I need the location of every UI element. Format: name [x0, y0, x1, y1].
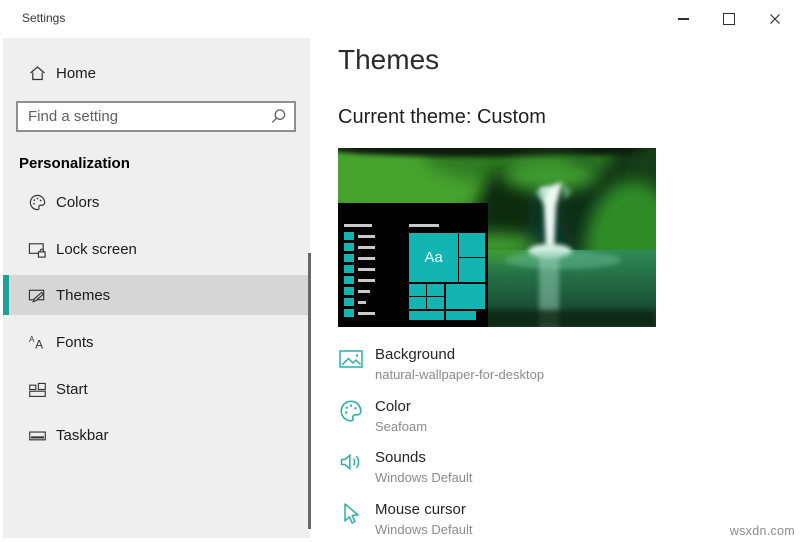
image-icon — [338, 346, 364, 372]
setting-label: Background — [375, 346, 456, 363]
sidebar-item-fonts[interactable]: A A Fonts — [3, 322, 310, 362]
sidebar-scrollbar[interactable] — [308, 253, 311, 529]
home-icon — [27, 63, 47, 83]
start-icon — [27, 379, 47, 399]
start-tile — [446, 311, 476, 320]
menu-line — [358, 301, 366, 304]
sidebar-item-label: Lock screen — [56, 240, 137, 258]
svg-text:A: A — [28, 335, 34, 344]
start-tile — [427, 284, 444, 296]
menu-tile — [344, 232, 354, 240]
setting-row-sounds[interactable]: Sounds Windows Default — [338, 449, 473, 485]
setting-value: Windows Default — [375, 470, 473, 485]
sidebar-item-home[interactable]: Home — [3, 53, 310, 93]
sidebar-section-personalization: Personalization — [19, 155, 130, 172]
setting-label: Mouse cursor — [375, 501, 466, 518]
theme-preview-image: Aa — [338, 148, 656, 327]
menu-tile — [344, 265, 354, 273]
sidebar-item-label: Home — [56, 64, 97, 82]
setting-label: Color — [375, 398, 411, 415]
speaker-icon — [338, 449, 364, 475]
lock-screen-icon — [27, 239, 47, 259]
menu-tile — [344, 243, 354, 251]
menu-line — [358, 279, 375, 282]
close-icon — [770, 14, 780, 24]
window-title: Settings — [22, 11, 66, 25]
menu-tile — [344, 254, 354, 262]
aa-tile-label: Aa — [424, 249, 443, 266]
maximize-button[interactable] — [706, 2, 752, 36]
title-bar: Settings — [3, 2, 798, 38]
setting-row-background[interactable]: Background natural-wallpaper-for-desktop — [338, 346, 544, 382]
start-tile — [459, 233, 485, 257]
start-tile — [409, 311, 444, 320]
setting-texts: Color Seafoam — [375, 398, 427, 434]
start-tile — [427, 297, 444, 309]
start-tile — [409, 284, 426, 296]
aa-tile: Aa — [409, 233, 458, 282]
menu-tile — [344, 287, 354, 295]
themes-icon — [27, 285, 47, 305]
cursor-icon — [338, 501, 364, 527]
search-input[interactable] — [18, 103, 294, 130]
taskbar-icon — [27, 425, 47, 445]
search-icon[interactable] — [270, 108, 287, 125]
sidebar: Home Personalization — [3, 2, 310, 538]
setting-value: Seafoam — [375, 419, 428, 434]
main-pane: Themes Current theme: Custom Aa Backgrou… — [310, 2, 798, 538]
menu-line — [358, 257, 375, 260]
menu-tile — [344, 309, 354, 317]
minimize-icon — [677, 18, 689, 20]
start-tile — [459, 258, 485, 282]
setting-value: natural-wallpaper-for-desktop — [375, 367, 545, 382]
menu-tile — [344, 276, 354, 284]
start-tile — [409, 297, 426, 309]
setting-texts: Mouse cursor Windows Default — [375, 501, 473, 537]
current-theme-label: Current theme: Custom — [338, 106, 546, 128]
sidebar-item-themes[interactable]: Themes — [3, 275, 310, 315]
setting-texts: Sounds Windows Default — [375, 449, 473, 485]
menu-line — [358, 235, 375, 238]
sidebar-item-label: Colors — [56, 193, 100, 211]
maximize-icon — [723, 13, 735, 25]
close-button[interactable] — [752, 2, 798, 36]
menu-line — [358, 312, 375, 315]
watermark: wsxdn.com — [729, 524, 795, 538]
svg-text:A: A — [35, 337, 43, 351]
sidebar-item-label: Fonts — [56, 333, 94, 351]
palette-icon — [27, 192, 47, 212]
sidebar-item-lock-screen[interactable]: Lock screen — [3, 229, 310, 269]
palette-icon — [338, 398, 364, 424]
sidebar-item-start[interactable]: Start — [3, 369, 310, 409]
setting-row-color[interactable]: Color Seafoam — [338, 398, 427, 434]
menu-tile — [344, 298, 354, 306]
menu-line — [358, 290, 370, 293]
settings-window: Settings Home Find a setting Personaliza… — [0, 0, 800, 542]
menu-line — [344, 224, 372, 227]
start-tile — [446, 284, 485, 309]
setting-value: Windows Default — [375, 522, 473, 537]
tiles-title-line — [409, 224, 439, 227]
start-menu-preview: Aa — [338, 203, 488, 327]
sidebar-item-label: Start — [56, 380, 88, 398]
sidebar-item-label: Themes — [56, 286, 111, 304]
page-title: Themes — [338, 44, 440, 75]
setting-row-mouse-cursor[interactable]: Mouse cursor Windows Default — [338, 501, 473, 537]
menu-line — [358, 246, 375, 249]
search-box — [16, 101, 296, 132]
sidebar-item-colors[interactable]: Colors — [3, 182, 310, 222]
setting-texts: Background natural-wallpaper-for-desktop — [375, 346, 544, 382]
setting-label: Sounds — [375, 449, 426, 466]
fonts-icon: A A — [27, 332, 47, 352]
sidebar-item-taskbar[interactable]: Taskbar — [3, 415, 310, 455]
sidebar-item-label: Taskbar — [56, 426, 109, 444]
minimize-button[interactable] — [660, 2, 706, 36]
window-controls — [660, 2, 798, 36]
menu-line — [358, 268, 375, 271]
